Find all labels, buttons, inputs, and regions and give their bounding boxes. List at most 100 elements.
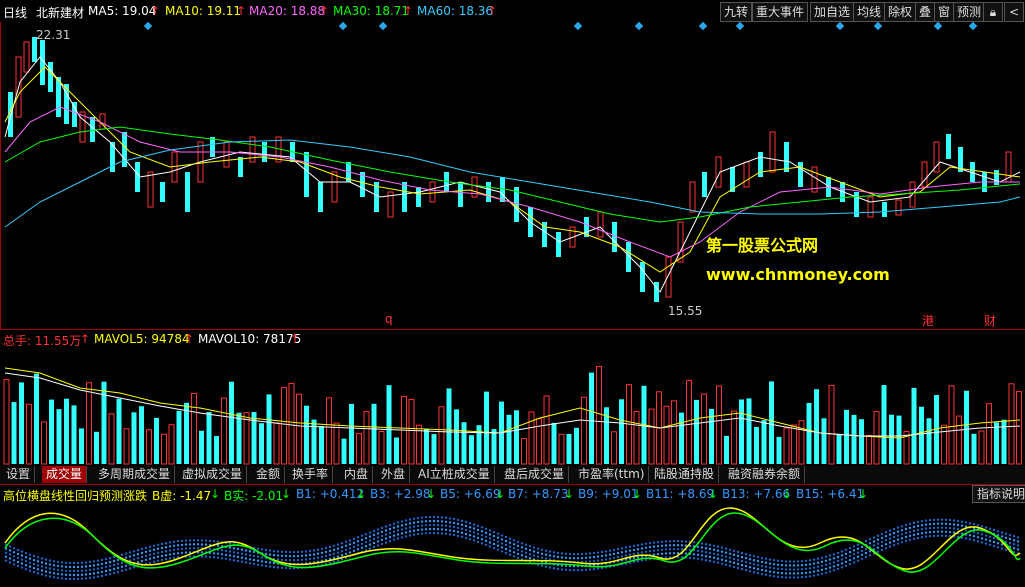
event-dot[interactable] [873, 21, 883, 31]
forecast-button[interactable]: 预测 [953, 2, 986, 22]
indicator-dot [336, 547, 340, 550]
chevron-left-icon[interactable]: < [1004, 2, 1024, 22]
tab-pe-ttm[interactable]: 市盈率(ttm) [574, 466, 650, 483]
volume-bar [851, 414, 857, 464]
indicator-dot [56, 576, 60, 580]
window-button[interactable]: 窗 [934, 2, 955, 22]
tab-northbound-holding[interactable]: 陆股通持股 [650, 466, 720, 483]
indicator-dot [936, 534, 940, 537]
indicator-dot [20, 554, 24, 557]
indicator-dot [652, 549, 656, 552]
event-dot[interactable] [143, 21, 153, 31]
volume-bars [3, 366, 1022, 465]
period-label[interactable]: 日线 [3, 4, 27, 21]
event-marker-q[interactable]: q [385, 312, 393, 326]
tab-settings[interactable]: 设置 [2, 466, 36, 483]
indicator-dot [64, 577, 68, 580]
indicator-dot [412, 529, 416, 532]
indicator-dot [904, 535, 908, 539]
indicator-dot [856, 559, 860, 562]
indicator-dot [488, 537, 492, 540]
indicator-dot [828, 554, 832, 557]
event-dot[interactable] [968, 21, 978, 31]
indicator-dot [332, 544, 336, 547]
indicator-dot [96, 575, 100, 578]
event-dot[interactable] [378, 21, 388, 31]
indicator-dot [304, 550, 308, 553]
indicator-dot [364, 533, 368, 536]
add-watchlist-button[interactable]: 加自选 [810, 2, 855, 22]
moving-average-button[interactable]: 均线 [853, 2, 886, 22]
tab-inner[interactable]: 内盘 [340, 466, 374, 483]
indicator-dot [496, 536, 500, 539]
indicator-dot [940, 530, 944, 533]
tab-outer[interactable]: 外盘 [377, 466, 411, 483]
indicator-dot [228, 546, 232, 549]
major-events-button[interactable]: 重大事件 [752, 2, 809, 22]
tab-margin-balance[interactable]: 融资融券余额 [724, 466, 806, 483]
candlestick-chart[interactable]: 22.31 15.55 q 港 财 第一股票公式网 www.chnmoney.c… [0, 22, 1025, 330]
event-dot[interactable] [573, 21, 583, 31]
lock-icon[interactable]: 🔒︎ [983, 2, 1003, 22]
indicator-dot [208, 547, 212, 551]
overlay-button[interactable]: 叠 [915, 2, 936, 22]
indicator-dot [180, 547, 184, 551]
volume-panel[interactable]: 总手: 11.55万 ↑ MAVOL5: 94784 ↑ MAVOL10: 78… [0, 329, 1025, 466]
indicator-dot [604, 550, 608, 553]
event-marker-finance[interactable]: 财 [984, 312, 996, 329]
indicator-dot [432, 527, 436, 531]
tab-multi-period-volume[interactable]: 多周期成交量 [94, 466, 176, 483]
jiuzhuan-button[interactable]: 九转 [720, 2, 753, 22]
indicator-dot [804, 563, 808, 566]
volume-bar [288, 382, 295, 465]
tab-turnover[interactable]: 换手率 [288, 466, 334, 483]
event-dot[interactable] [338, 21, 348, 31]
volume-bar [754, 427, 759, 464]
event-dot[interactable] [835, 21, 845, 31]
indicator-dot [984, 534, 988, 537]
tab-after-hours-volume[interactable]: 盘后成交量 [500, 466, 570, 483]
volume-bars-svg [3, 366, 1022, 465]
indicator-dot [476, 532, 480, 536]
indicator-dot [944, 522, 948, 525]
event-dot[interactable] [698, 21, 708, 31]
indicator-dot [388, 527, 392, 531]
indicator-dot [716, 553, 720, 556]
indicator-dot [148, 561, 152, 564]
event-dot[interactable] [735, 21, 745, 31]
indicator-dot [864, 547, 868, 551]
indicator-dot [768, 566, 772, 569]
indicator-dot [924, 519, 928, 522]
indicator-dot [696, 549, 700, 552]
indicator-explain-button[interactable]: 指标说明 [972, 485, 1025, 503]
event-dot[interactable] [933, 21, 943, 31]
indicator-dot [972, 531, 976, 534]
indicator-dot [504, 543, 508, 547]
tab-volume[interactable]: 成交量 [42, 466, 88, 483]
indicator-dot [984, 538, 988, 541]
indicator-dot [116, 558, 120, 562]
indicator-dot [24, 552, 28, 555]
indicator-dot [100, 566, 104, 570]
indicator-panel[interactable]: 高位横盘线性回归预测涨跌 B虚: -1.47 ↓ B实: -2.01 ↓ B1:… [0, 484, 1025, 587]
indicator-dot [152, 556, 156, 559]
indicator-dot [1012, 543, 1016, 546]
indicator-dot [272, 549, 276, 553]
volume-bar [304, 405, 309, 464]
indicator-dot [468, 526, 472, 529]
indicator-dot [848, 550, 852, 554]
indicator-dot [96, 559, 100, 562]
event-marker-hk[interactable]: 港 [922, 312, 934, 329]
tab-amount[interactable]: 金额 [252, 466, 286, 483]
b13-value: B13: +7.66 [722, 487, 791, 501]
indicator-dot [212, 552, 216, 555]
indicator-dot [940, 522, 944, 525]
tab-ai-volume[interactable]: AI立桩成交量 [414, 466, 495, 483]
indicator-dot [512, 551, 516, 554]
indicator-dot [460, 519, 464, 523]
event-dot[interactable] [634, 21, 644, 31]
indicator-dot [296, 554, 300, 558]
tab-virtual-volume[interactable]: 虚拟成交量 [178, 466, 248, 483]
indicator-dot [892, 539, 896, 543]
ex-rights-button[interactable]: 除权 [884, 2, 917, 22]
